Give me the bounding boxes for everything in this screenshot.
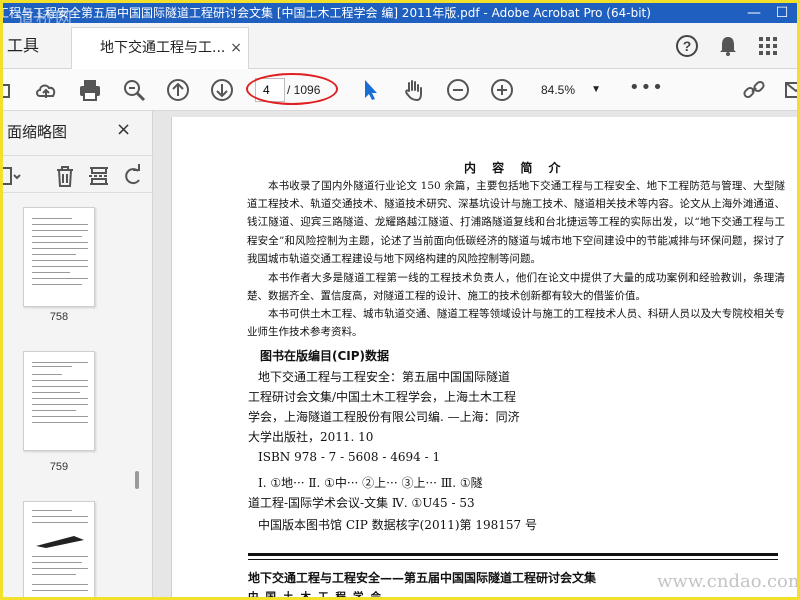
notification-bell-icon[interactable]	[715, 33, 741, 59]
tab-tools[interactable]: 工具	[3, 23, 71, 69]
delete-page-icon[interactable]	[53, 164, 77, 188]
window-title: 工程与工程安全第五届中国国际隧道工程研讨会文集 [中国土木工程学会 编] 201…	[3, 6, 651, 20]
cip-title: 图书在版编目(CIP)数据	[260, 349, 390, 363]
cip-line: 地下交通工程与工程安全：第五届中国国际隧道	[258, 370, 511, 384]
thumbnail-figure-icon	[36, 536, 84, 548]
classification-line: 道工程-国际学术会议-文集 Ⅳ. ①U45 - 53	[248, 496, 475, 510]
tool-cutoff-icon[interactable]	[3, 77, 25, 103]
chevron-down-icon: ▼	[591, 84, 601, 95]
help-icon[interactable]: ?	[674, 33, 700, 59]
page-thumbnail[interactable]	[23, 207, 95, 307]
summary-paragraph: 本书收录了国内外隧道行业论文 150 余篇，主要包括地下交通工程与工程安全、地下…	[247, 180, 785, 265]
minimize-button[interactable]: —	[743, 3, 765, 23]
footer-org: 中国土木工程学会	[248, 591, 388, 600]
next-page-icon[interactable]	[209, 77, 235, 103]
footer-title: 地下交通工程与工程安全——第五届中国国际隧道工程研讨会文集	[248, 571, 597, 585]
zoom-in-icon[interactable]	[489, 77, 515, 103]
zoom-level-dropdown[interactable]: 84.5% ▼	[529, 78, 605, 102]
page-thumbnail[interactable]	[23, 351, 95, 451]
cip-line: 大学出版社，2011. 10	[248, 430, 374, 444]
more-tools-icon[interactable]: •••	[629, 77, 664, 98]
upload-cloud-icon[interactable]	[33, 77, 59, 103]
authors-paragraph: 本书作者大多是隧道工程第一线的工程技术负责人，他们在论文中提供了大量的成功案例和…	[247, 272, 785, 303]
thumbnail-label: 758	[49, 311, 69, 323]
cip-number-line: 中国版本图书馆 CIP 数据核字(2011)第 198157 号	[258, 518, 537, 532]
pdf-page: 内 容 简 介 本书收录了国内外隧道行业论文 150 余篇，主要包括地下交通工程…	[171, 117, 797, 600]
panel-scrollbar[interactable]	[135, 471, 139, 489]
close-panel-icon[interactable]: ×	[116, 119, 131, 140]
mail-icon[interactable]	[783, 77, 797, 103]
classification-line: Ⅰ. ①地··· Ⅱ. ①中··· ②上··· ③上··· Ⅲ. ①隧	[258, 476, 483, 490]
thumbnail-label: 759	[49, 461, 69, 473]
link-icon[interactable]	[741, 77, 767, 103]
apps-grid-icon[interactable]	[755, 33, 781, 59]
cip-line: 学会，上海隧道工程股份有限公司编. —上海：同济	[248, 410, 520, 424]
divider	[248, 559, 778, 560]
title-bar: 工程与工程安全第五届中国国际隧道工程研讨会文集 [中国土木工程学会 编] 201…	[3, 3, 797, 23]
close-tab-icon[interactable]: ×	[230, 28, 242, 68]
cip-line: 工程研讨会文集/中国土木工程学会，上海土木工程	[248, 390, 517, 404]
page-options-icon[interactable]	[3, 164, 23, 188]
tab-bar: 工具 地下交通工程与工... × ?	[3, 23, 797, 69]
svg-text:?: ?	[683, 38, 692, 54]
watermark-logo: 道桥网	[17, 9, 74, 23]
maximize-button[interactable]: ☐	[771, 3, 793, 23]
select-cursor-icon[interactable]	[358, 77, 384, 103]
panel-title: 面缩略图	[7, 123, 68, 141]
isbn-line: ISBN 978 - 7 - 5608 - 4694 - 1	[258, 450, 441, 464]
page-thumbnail[interactable]	[23, 501, 95, 597]
thumbnails-panel: 面缩略图 × 758 759	[3, 111, 153, 597]
tab-document[interactable]: 地下交通工程与工... ×	[71, 27, 249, 69]
insert-page-icon[interactable]	[87, 164, 111, 188]
rotate-page-icon[interactable]	[121, 164, 145, 188]
divider	[248, 553, 778, 556]
zoom-out-icon[interactable]	[445, 77, 471, 103]
hand-tool-icon[interactable]	[401, 77, 427, 103]
tab-document-label: 地下交通工程与工...	[100, 40, 226, 56]
watermark-url: www.cndao.com	[657, 571, 800, 592]
document-view[interactable]: 内 容 简 介 本书收录了国内外隧道行业论文 150 余篇，主要包括地下交通工程…	[153, 111, 797, 600]
print-icon[interactable]	[77, 77, 103, 103]
app-window: 工程与工程安全第五届中国国际隧道工程研讨会文集 [中国土木工程学会 编] 201…	[0, 0, 800, 600]
previous-page-icon[interactable]	[165, 77, 191, 103]
page-heading: 内 容 简 介	[464, 161, 567, 175]
zoom-search-icon[interactable]	[121, 77, 147, 103]
panel-toolbar	[3, 155, 153, 193]
audience-paragraph: 本书可供土木工程、城市轨道交通、隧道工程等领域设计与施工的工程技术人员、科研人员…	[247, 308, 785, 339]
zoom-level-value: 84.5%	[541, 83, 576, 97]
annotation-oval	[246, 73, 338, 105]
main-toolbar: 4 / 1096 84.5% ▼ •••	[3, 69, 797, 111]
